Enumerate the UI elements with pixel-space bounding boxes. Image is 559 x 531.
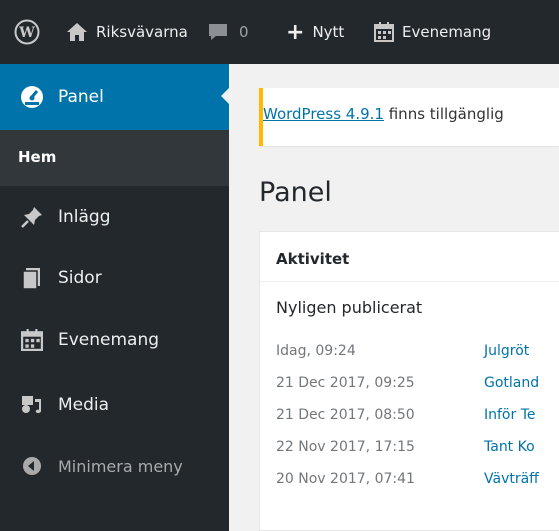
comments-count: 0	[239, 23, 249, 41]
update-notice-text: WordPress 4.9.1 finns tillgänglig	[263, 105, 504, 123]
post-title-link[interactable]: Gotland	[484, 375, 539, 391]
sidebar-item-label: Panel	[58, 87, 104, 107]
sidebar-item-pages[interactable]: Sidor	[0, 258, 229, 298]
media-icon	[20, 393, 44, 417]
sidebar-item-posts[interactable]: Inlägg	[0, 197, 229, 237]
collapse-menu-button[interactable]: Minimera meny	[0, 446, 229, 486]
activity-widget: Aktivitet Nyligen publicerat Idag, 09:24…	[259, 231, 559, 531]
sidebar-item-events[interactable]: Evenemang	[0, 320, 229, 360]
list-item: 21 Dec 2017, 08:50 Inför Te	[276, 407, 559, 431]
sidebar-item-panel[interactable]: Panel	[0, 64, 229, 130]
submenu: Hem	[0, 130, 229, 186]
new-content-link[interactable]: + Nytt	[286, 0, 344, 64]
post-date: 21 Dec 2017, 09:25	[276, 375, 415, 391]
collapse-arrow-icon	[20, 454, 44, 478]
sidebar-item-label: Media	[58, 395, 110, 415]
list-item: 21 Dec 2017, 09:25 Gotland	[276, 375, 559, 399]
list-item: 20 Nov 2017, 07:41 Vävträff	[276, 471, 559, 495]
admin-sidebar: Panel Hem Inlägg Sidor Evenemang Media M…	[0, 64, 229, 531]
calendar-icon	[20, 328, 44, 352]
submenu-item-home[interactable]: Hem	[18, 148, 56, 166]
update-link[interactable]: WordPress 4.9.1	[263, 105, 384, 123]
update-notice: WordPress 4.9.1 finns tillgänglig	[259, 88, 559, 146]
calendar-icon	[374, 22, 394, 42]
events-link[interactable]: Evenemang	[374, 0, 491, 64]
list-item: 22 Nov 2017, 17:15 Tant Ko	[276, 439, 559, 463]
post-title-link[interactable]: Tant Ko	[484, 439, 535, 455]
post-title-link[interactable]: Inför Te	[484, 407, 536, 423]
wordpress-logo-icon[interactable]: W	[14, 0, 40, 64]
pin-icon	[20, 205, 44, 229]
activity-widget-title: Aktivitet	[276, 250, 350, 268]
activity-widget-header[interactable]: Aktivitet	[260, 232, 559, 282]
events-label: Evenemang	[402, 23, 492, 41]
comments-link[interactable]: 0	[207, 0, 249, 64]
site-name-link[interactable]: Riksvävarna	[66, 0, 188, 64]
sidebar-item-label: Sidor	[58, 268, 102, 288]
post-date: Idag, 09:24	[276, 343, 356, 359]
page-title: Panel	[259, 177, 332, 208]
dashboard-icon	[20, 85, 44, 109]
post-date: 21 Dec 2017, 08:50	[276, 407, 415, 423]
plus-icon: +	[286, 19, 305, 45]
collapse-menu-label: Minimera meny	[58, 456, 183, 476]
sidebar-item-media[interactable]: Media	[0, 385, 229, 425]
list-item: Idag, 09:24 Julgröt	[276, 343, 559, 367]
sidebar-item-label: Evenemang	[58, 330, 160, 350]
admin-bar: W Riksvävarna 0 + Nytt Evenemang	[0, 0, 559, 64]
new-label: Nytt	[312, 23, 345, 41]
home-icon	[66, 22, 88, 42]
recently-published-heading: Nyligen publicerat	[276, 298, 423, 317]
sidebar-item-label: Inlägg	[58, 207, 111, 227]
post-title-link[interactable]: Julgröt	[484, 343, 529, 359]
svg-text:W: W	[18, 25, 35, 41]
site-name: Riksvävarna	[96, 23, 188, 41]
comment-icon	[207, 22, 229, 42]
update-notice-message: finns tillgänglig	[383, 105, 504, 123]
post-date: 22 Nov 2017, 17:15	[276, 439, 415, 455]
post-date: 20 Nov 2017, 07:41	[276, 471, 415, 487]
pages-icon	[20, 266, 44, 290]
post-title-link[interactable]: Vävträff	[484, 471, 539, 487]
